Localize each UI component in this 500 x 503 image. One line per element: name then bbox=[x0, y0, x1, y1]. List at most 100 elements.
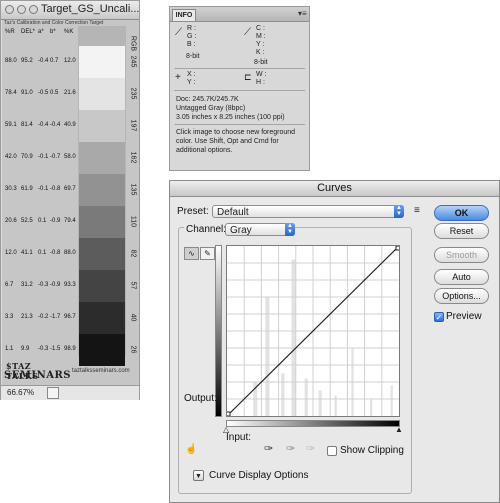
expand-disclosure-icon[interactable]: ▼ bbox=[193, 470, 204, 481]
curve-display-options-label[interactable]: Curve Display Options bbox=[209, 470, 308, 481]
row-value-a: -0.3 bbox=[38, 346, 49, 352]
gray-swatch bbox=[79, 270, 125, 302]
row-value-r: 88.0 bbox=[5, 58, 17, 64]
gray-swatch bbox=[79, 206, 125, 238]
website-text: taztalksseminars.com bbox=[72, 368, 130, 374]
bit-depth-right: 8-bit bbox=[254, 59, 268, 66]
row-value-r: 20.6 bbox=[5, 218, 17, 224]
row-rgb-value: 57 bbox=[129, 281, 137, 290]
gray-eyedropper-icon[interactable]: ✑ bbox=[286, 442, 295, 455]
options-button[interactable]: Options... bbox=[434, 288, 489, 304]
preset-options-icon[interactable]: ≡ bbox=[414, 205, 420, 216]
calibration-target-image[interactable]: Taz's Calibration and Color Correction T… bbox=[2, 20, 139, 385]
chevron-updown-icon: ▲ ▼ bbox=[394, 205, 404, 218]
column-header-b: b* bbox=[50, 29, 56, 35]
panel-menu-icon[interactable]: ▾≡ bbox=[298, 9, 307, 18]
color-profile: Untagged Gray (8bpc) bbox=[176, 105, 246, 112]
histogram-bar bbox=[283, 373, 285, 416]
histogram-bar bbox=[268, 297, 270, 416]
row-value-b: -1.5 bbox=[50, 346, 61, 352]
target-window-titlebar[interactable]: Target_GS_Uncali... bbox=[1, 1, 139, 20]
channel-label: Channel: bbox=[184, 224, 229, 235]
column-header-del: DEL* bbox=[21, 29, 36, 35]
row-rgb-value: 197 bbox=[129, 119, 137, 132]
preset-value: Default bbox=[217, 207, 249, 218]
row-value-a: -0.4 bbox=[38, 58, 49, 64]
gray-swatch bbox=[79, 142, 125, 174]
divider bbox=[174, 68, 305, 69]
close-window-icon[interactable] bbox=[5, 5, 14, 14]
show-clipping-label: Show Clipping bbox=[340, 445, 404, 456]
tool-hint-line-1: Click image to choose new foreground bbox=[176, 129, 296, 136]
row-value-a: 0.1 bbox=[38, 218, 47, 224]
row-rgb-value: 135 bbox=[129, 183, 137, 196]
row-value-a: 0.1 bbox=[38, 250, 47, 256]
zoom-level[interactable]: 66.67% bbox=[7, 388, 34, 397]
zoom-window-icon[interactable] bbox=[29, 5, 38, 14]
channel-value: Gray bbox=[230, 225, 252, 236]
preview-label: Preview bbox=[446, 311, 482, 322]
divider bbox=[174, 124, 305, 125]
row-value-k: 69.7 bbox=[64, 186, 76, 192]
reset-button[interactable]: Reset bbox=[434, 223, 489, 239]
output-gradient-bar bbox=[215, 245, 222, 417]
white-point-slider[interactable]: ▲ bbox=[395, 425, 403, 434]
histogram-bar bbox=[370, 399, 373, 416]
auto-button[interactable]: Auto bbox=[434, 269, 489, 285]
row-value-r: 6.7 bbox=[5, 282, 14, 288]
preview-checkbox[interactable]: ✓ bbox=[434, 312, 444, 322]
row-value-r: 3.3 bbox=[5, 314, 14, 320]
row-value-k: 21.6 bbox=[64, 90, 76, 96]
document-dimensions: 3.05 inches x 8.25 inches (100 ppi) bbox=[176, 114, 285, 121]
row-value-a: -0.5 bbox=[38, 90, 49, 96]
ok-button[interactable]: OK bbox=[434, 205, 489, 221]
histogram-bar bbox=[306, 378, 308, 416]
pencil-tool-icon[interactable]: ✎ bbox=[200, 247, 215, 260]
row-value-a: -0.2 bbox=[38, 314, 49, 320]
curve-point-black[interactable] bbox=[227, 411, 231, 416]
curves-dialog: Curves Preset: Default ▲ ▼ ≡ Channel: Gra… bbox=[169, 180, 500, 503]
row-value-a: -0.1 bbox=[38, 154, 49, 160]
row-value-k: 98.9 bbox=[64, 346, 76, 352]
row-value-r: 59.1 bbox=[5, 122, 17, 128]
status-menu-icon[interactable] bbox=[47, 387, 59, 399]
crosshair-icon: + bbox=[175, 72, 181, 83]
black-eyedropper-icon[interactable]: ✑ bbox=[264, 442, 273, 455]
row-value-k: 12.0 bbox=[64, 58, 76, 64]
column-header-a: a* bbox=[38, 29, 44, 35]
row-value-r: 12.0 bbox=[5, 250, 17, 256]
input-label: Input: bbox=[226, 432, 252, 443]
row-value-b: 0.5 bbox=[50, 90, 59, 96]
curve-point-tool-icon[interactable]: ∿ bbox=[184, 247, 199, 260]
histogram bbox=[253, 259, 393, 416]
row-rgb-value: 235 bbox=[129, 87, 137, 100]
info-panel-tabbar: INFO ▾≡ bbox=[170, 7, 309, 22]
channel-select[interactable]: Gray ▲ ▼ bbox=[225, 223, 295, 236]
histogram-bar bbox=[320, 390, 322, 416]
gray-swatch bbox=[79, 238, 125, 270]
curve-point-white[interactable] bbox=[395, 246, 399, 251]
preset-label: Preset: bbox=[177, 206, 209, 217]
target-image-window[interactable]: Target_GS_Uncali... Taz's Calibration an… bbox=[0, 0, 140, 400]
minimize-window-icon[interactable] bbox=[17, 5, 26, 14]
row-value-del: 81.4 bbox=[21, 122, 33, 128]
row-value-k: 79.4 bbox=[64, 218, 76, 224]
show-clipping-checkbox[interactable] bbox=[327, 446, 337, 456]
gray-swatch bbox=[79, 78, 125, 110]
row-value-del: 95.2 bbox=[21, 58, 33, 64]
on-image-adjust-icon[interactable]: ☝ bbox=[185, 444, 197, 455]
taz-talks-logo: $TAZ TALKS SEMINARS bbox=[4, 361, 71, 383]
curves-titlebar[interactable]: Curves bbox=[170, 181, 499, 197]
selection-size-icon: ⊏ bbox=[244, 72, 252, 82]
white-eyedropper-icon[interactable]: ✑ bbox=[306, 442, 315, 455]
row-value-b: -1.7 bbox=[50, 314, 61, 320]
tool-hint-line-3: additional options. bbox=[176, 147, 233, 154]
row-value-k: 40.9 bbox=[64, 122, 76, 128]
column-header-k: %K bbox=[64, 29, 74, 35]
curve-graph[interactable] bbox=[226, 245, 400, 417]
smooth-button[interactable]: Smooth bbox=[434, 247, 489, 263]
gray-swatch bbox=[79, 110, 125, 142]
info-tab[interactable]: INFO bbox=[172, 9, 196, 21]
preset-select[interactable]: Default ▲ ▼ bbox=[212, 205, 404, 218]
row-value-k: 58.0 bbox=[64, 154, 76, 160]
